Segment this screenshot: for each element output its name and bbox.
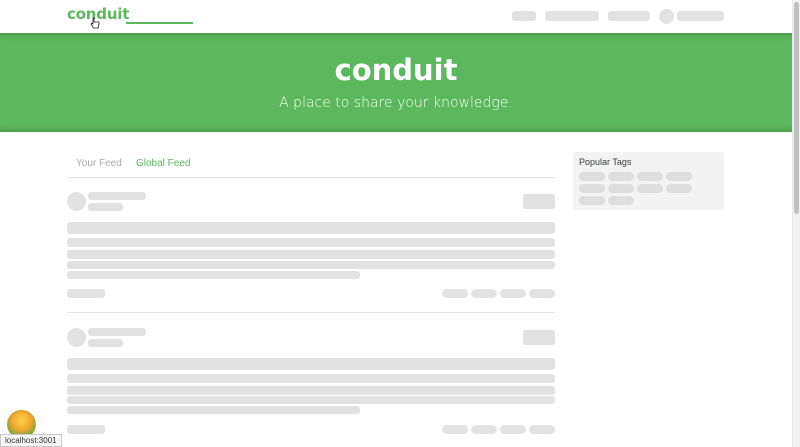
author-avatar-skeleton[interactable] bbox=[67, 192, 86, 211]
tab-global-feed[interactable]: Global Feed bbox=[136, 158, 190, 169]
tag-pill-skeleton[interactable] bbox=[666, 184, 692, 193]
article-description-line-skeleton bbox=[67, 374, 555, 383]
article-tag-skeleton bbox=[529, 425, 555, 434]
article-tag-skeleton bbox=[442, 425, 468, 434]
nav-item-home-skeleton[interactable] bbox=[512, 11, 536, 21]
author-avatar-skeleton[interactable] bbox=[67, 328, 86, 347]
tag-pill-skeleton[interactable] bbox=[579, 172, 605, 181]
nav-username-skeleton[interactable] bbox=[677, 11, 724, 21]
tag-pill-skeleton[interactable] bbox=[637, 172, 663, 181]
tag-pill-skeleton[interactable] bbox=[608, 184, 634, 193]
nav-avatar-skeleton[interactable] bbox=[659, 9, 674, 24]
tag-pill-skeleton[interactable] bbox=[579, 184, 605, 193]
article-tag-skeleton bbox=[500, 425, 526, 434]
tab-your-feed[interactable]: Your Feed bbox=[76, 158, 122, 169]
page-scrollbar[interactable] bbox=[792, 0, 800, 447]
hero-banner: conduit A place to share your knowledge. bbox=[0, 33, 792, 132]
article-divider bbox=[67, 312, 555, 313]
tag-pill-skeleton[interactable] bbox=[579, 196, 605, 205]
favorite-button-skeleton[interactable] bbox=[523, 194, 555, 209]
article-date-skeleton bbox=[88, 339, 123, 347]
author-name-skeleton[interactable] bbox=[88, 192, 146, 200]
popular-tags-sidebar: Popular Tags bbox=[573, 152, 724, 210]
article-tag-skeleton bbox=[471, 425, 497, 434]
article-description-line-skeleton bbox=[67, 261, 555, 269]
tag-pill-skeleton[interactable] bbox=[608, 196, 634, 205]
read-more-link-skeleton[interactable] bbox=[67, 425, 105, 434]
sidebar-title: Popular Tags bbox=[579, 157, 632, 167]
banner-subtitle: A place to share your knowledge. bbox=[279, 95, 513, 111]
article-date-skeleton bbox=[88, 203, 123, 211]
tag-pill-skeleton[interactable] bbox=[637, 184, 663, 193]
article-description-line-skeleton bbox=[67, 238, 555, 247]
tag-pill-skeleton[interactable] bbox=[608, 172, 634, 181]
article-tag-skeleton bbox=[500, 289, 526, 298]
active-tab-indicator bbox=[126, 22, 193, 24]
article-tag-skeleton bbox=[529, 289, 555, 298]
hand-cursor-icon bbox=[90, 17, 100, 29]
article-description-line-skeleton bbox=[67, 406, 360, 414]
read-more-link-skeleton[interactable] bbox=[67, 289, 105, 298]
nav-item-new-article-skeleton[interactable] bbox=[545, 11, 599, 21]
tag-pill-skeleton[interactable] bbox=[666, 172, 692, 181]
scrollbar-thumb[interactable] bbox=[794, 2, 799, 214]
status-bar-url: localhost:3001 bbox=[0, 434, 62, 447]
article-tag-skeleton bbox=[442, 289, 468, 298]
article-tag-skeleton bbox=[471, 289, 497, 298]
navbar: conduit bbox=[0, 0, 792, 33]
banner-title: conduit bbox=[334, 53, 458, 87]
article-title-skeleton[interactable] bbox=[67, 222, 555, 234]
article-title-skeleton[interactable] bbox=[67, 358, 555, 370]
article-description-line-skeleton bbox=[67, 386, 555, 395]
favorite-button-skeleton[interactable] bbox=[523, 330, 555, 345]
feed-tabs: Your Feed Global Feed bbox=[67, 154, 555, 178]
article-description-line-skeleton bbox=[67, 250, 555, 259]
article-description-line-skeleton bbox=[67, 271, 360, 279]
article-description-line-skeleton bbox=[67, 396, 555, 404]
nav-item-settings-skeleton[interactable] bbox=[608, 11, 650, 21]
author-name-skeleton[interactable] bbox=[88, 328, 146, 336]
